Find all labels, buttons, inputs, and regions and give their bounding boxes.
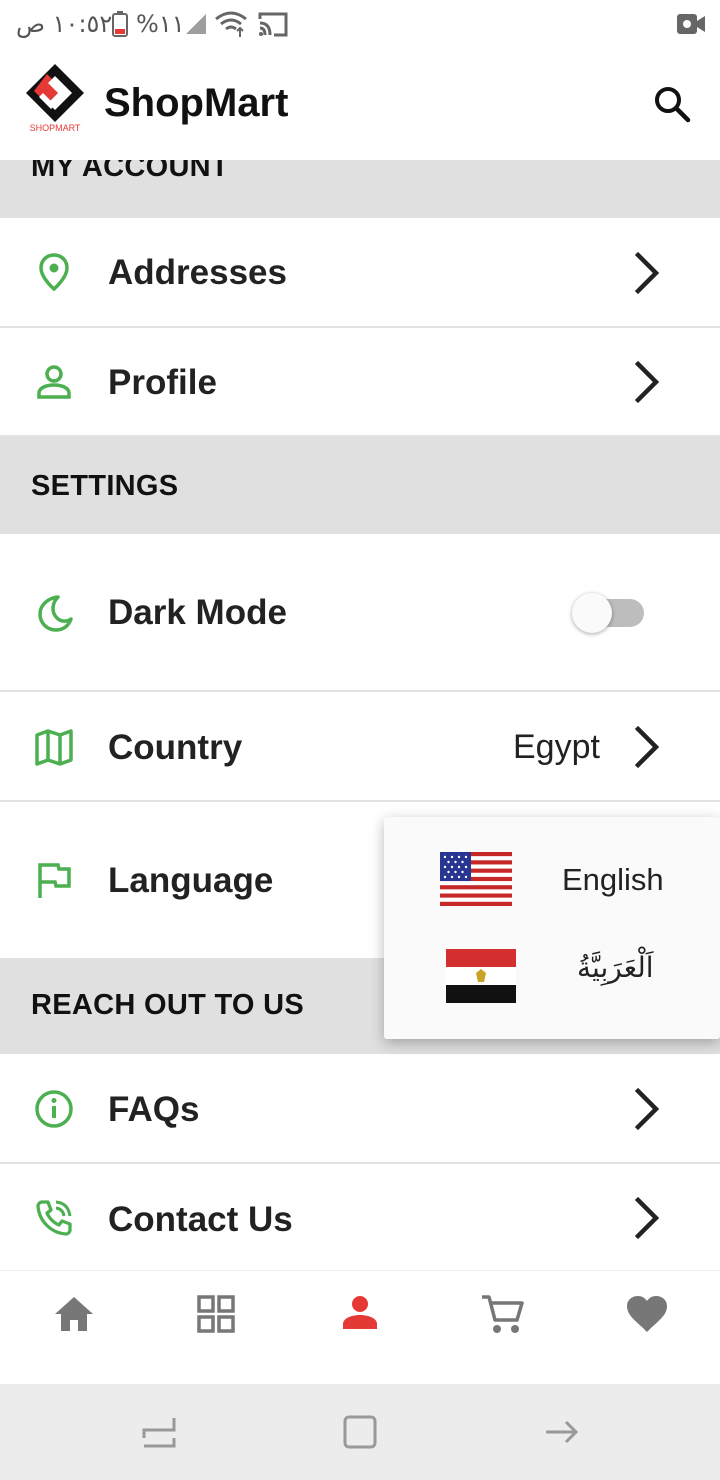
phone-call-icon	[36, 1200, 72, 1236]
dark-mode-toggle-thumb[interactable]	[572, 593, 612, 633]
profile-icon[interactable]	[335, 1289, 385, 1339]
section-title: MY ACCOUNT	[31, 160, 229, 183]
bottom-navigation	[0, 1270, 720, 1385]
language-label: Language	[108, 861, 274, 900]
language-option-label: English	[562, 862, 664, 897]
chevron-right-icon	[634, 360, 660, 404]
home-button-icon[interactable]	[340, 1414, 380, 1450]
app-bar: SHOPMART ShopMart	[0, 50, 720, 160]
status-time: ١٠:٥٢ ص	[16, 10, 113, 38]
home-icon[interactable]	[49, 1289, 99, 1339]
back-icon[interactable]	[542, 1414, 582, 1450]
battery-percent: %١١	[136, 10, 185, 38]
language-option-label: اَلْعَرَبِيَّةُ	[577, 951, 654, 984]
country-value: Egypt	[513, 728, 600, 766]
section-title: REACH OUT TO US	[31, 989, 305, 1021]
cart-icon[interactable]	[478, 1289, 528, 1339]
chevron-right-icon	[634, 1196, 660, 1240]
system-navigation-bar	[0, 1384, 720, 1480]
us-flag-icon	[440, 852, 512, 906]
faqs-label: FAQs	[108, 1090, 200, 1129]
favorites-icon[interactable]	[622, 1289, 672, 1339]
section-my-account: MY ACCOUNT	[0, 160, 720, 218]
faqs-row[interactable]: FAQs	[0, 1054, 720, 1164]
dark-mode-label: Dark Mode	[108, 593, 287, 632]
section-title: SETTINGS	[31, 470, 179, 502]
language-menu: English اَلْعَرَبِيَّةُ	[384, 817, 720, 1039]
location-pin-icon	[39, 253, 69, 292]
battery-icon	[112, 11, 128, 37]
language-option-english[interactable]: English	[384, 834, 720, 926]
cast-icon	[258, 12, 288, 37]
addresses-row[interactable]: Addresses	[0, 218, 720, 328]
contact-row[interactable]: Contact Us	[0, 1164, 720, 1270]
contact-label: Contact Us	[108, 1200, 293, 1239]
wifi-icon	[215, 11, 247, 37]
egypt-flag-icon	[446, 949, 516, 1003]
chevron-right-icon	[634, 725, 660, 769]
profile-label: Profile	[108, 363, 217, 402]
logo-text: SHOPMART	[30, 123, 81, 133]
video-record-icon	[677, 14, 705, 34]
info-icon	[35, 1090, 73, 1128]
flag-outline-icon	[38, 863, 71, 898]
search-icon[interactable]	[652, 84, 692, 124]
shopmart-logo[interactable]: SHOPMART	[22, 62, 88, 134]
recent-apps-icon[interactable]	[140, 1414, 180, 1450]
section-settings: SETTINGS	[0, 437, 720, 534]
chevron-right-icon	[634, 251, 660, 295]
status-bar: ١٠:٥٢ ص %١١	[0, 0, 720, 50]
moon-icon	[38, 595, 73, 632]
signal-icon	[186, 14, 206, 34]
addresses-label: Addresses	[108, 253, 287, 292]
app-title: ShopMart	[104, 81, 289, 125]
language-option-arabic[interactable]: اَلْعَرَبِيَّةُ	[384, 927, 720, 1019]
chevron-right-icon	[634, 1087, 660, 1131]
country-row[interactable]: Country Egypt	[0, 692, 720, 802]
categories-icon[interactable]	[191, 1289, 241, 1339]
person-outline-icon	[37, 365, 71, 399]
map-icon	[35, 729, 73, 766]
profile-row[interactable]: Profile	[0, 328, 720, 437]
country-label: Country	[108, 728, 243, 767]
